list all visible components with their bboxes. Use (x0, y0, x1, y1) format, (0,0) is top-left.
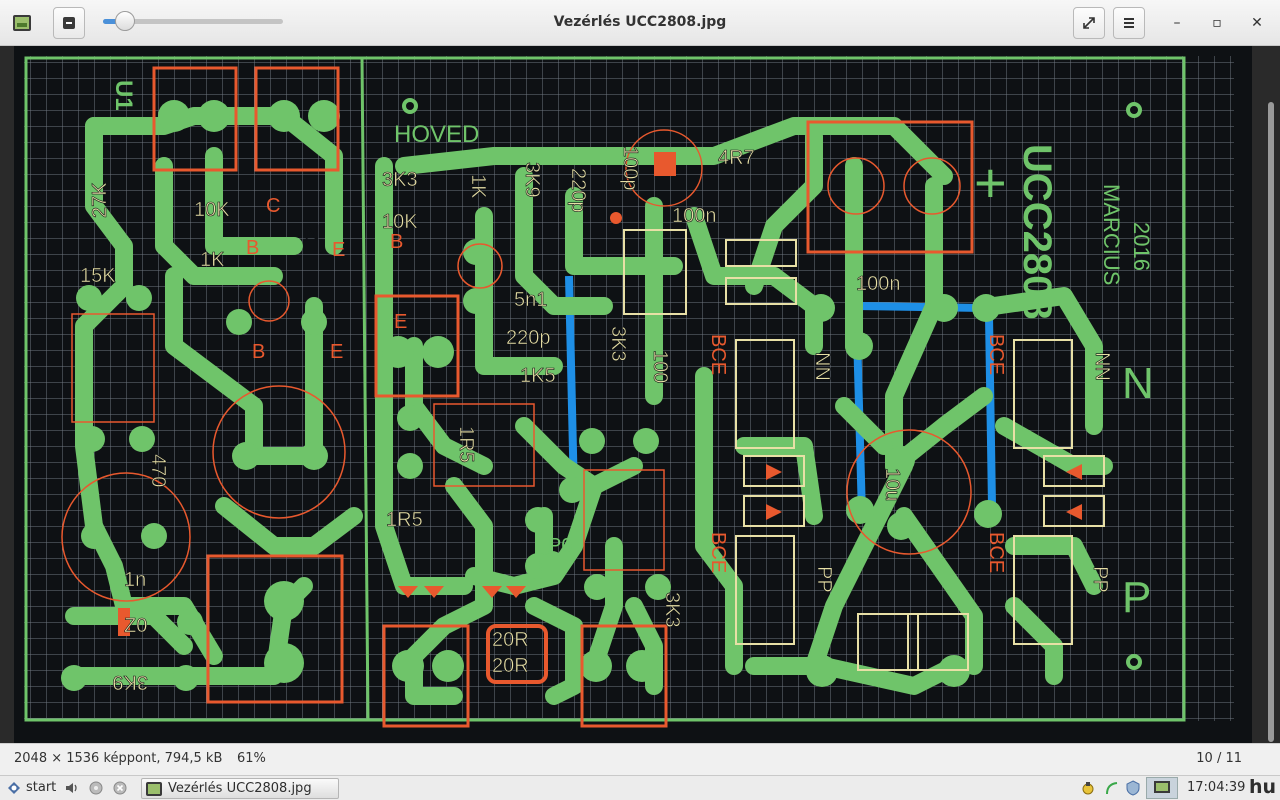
label-1k-a: 1K (467, 174, 489, 199)
label-pp-b: PP (1089, 566, 1111, 593)
disc-icon[interactable] (88, 780, 104, 796)
taskbar-item-label: Vezérlés UCC2808.jpg (168, 781, 312, 796)
start-icon[interactable] (6, 780, 22, 796)
label-100p: 100p (619, 146, 641, 191)
label-z0: Z0 (124, 615, 147, 637)
shield-icon[interactable] (1125, 780, 1141, 796)
label-20r-a: 20R (492, 629, 529, 651)
label-bce-4: BCE (985, 532, 1007, 573)
image-viewer-icon (13, 15, 31, 31)
network-icon[interactable] (1104, 780, 1120, 796)
label-hoved: HOVED (394, 121, 479, 148)
fullscreen-icon (1083, 17, 1095, 29)
label-1r5-a: 1R5 (455, 426, 477, 463)
label-3k9-b: 3K9 (112, 671, 148, 693)
label-100n-a: 100n (672, 205, 717, 227)
label-15k: 15K (80, 265, 116, 287)
taskbar: start Vezérlés UCC2808.jpg 17:04:39 hu (0, 775, 1280, 800)
label-1r5-b: 1R5 (386, 509, 423, 531)
label-year: 2016 (1129, 222, 1154, 271)
image-index: 10 / 11 (1196, 751, 1242, 766)
vertical-scrollbar[interactable] (1268, 102, 1274, 742)
zoom-level: 61% (237, 751, 266, 766)
label-27k: 27K (89, 182, 111, 218)
label-marcius: MARCIUS (1099, 184, 1124, 285)
label-n1: N (304, 220, 320, 245)
label-1k-b: 1K (200, 249, 225, 271)
volume-icon[interactable] (64, 780, 80, 796)
label-u1: U1 (110, 80, 137, 111)
label-b3: B (252, 341, 265, 363)
taskbar-item-image-viewer[interactable]: Vezérlés UCC2808.jpg (141, 778, 339, 799)
close-button[interactable]: ✕ (1245, 11, 1269, 35)
label-pp-a: PP (813, 566, 835, 593)
label-3k9: 3K9 (521, 162, 543, 198)
label-3k3-a: 3K3 (382, 169, 418, 191)
image-viewport[interactable]: HOVED U1 UCC2808 MARCIUS 2016 + N P P0 3… (0, 46, 1280, 743)
zoom-out-button[interactable] (53, 7, 85, 39)
keyboard-layout[interactable]: hu (1249, 776, 1276, 798)
label-bce-3: BCE (985, 334, 1007, 375)
minimize-button[interactable]: – (1165, 11, 1189, 35)
label-220p-b: 220p (506, 327, 551, 349)
label-plus: + (974, 151, 1007, 214)
label-10k-b: 10K (194, 199, 230, 221)
zoom-slider[interactable] (103, 11, 283, 55)
label-1k5: 1K5 (520, 365, 556, 387)
zoom-out-icon (63, 17, 75, 29)
label-p0: P0 (548, 535, 572, 557)
zoom-slider-handle[interactable] (114, 11, 135, 31)
label-nn-a: NN (811, 352, 833, 381)
maximize-button[interactable]: ▫ (1205, 11, 1229, 35)
window-title: Vezérlés UCC2808.jpg (553, 14, 727, 30)
label-p: P (1122, 573, 1151, 622)
label-3k3-b: 3K3 (607, 326, 629, 362)
label-470: 470 (147, 454, 169, 487)
image-dimensions: 2048 × 1536 képpont, 794,5 kB (14, 751, 223, 766)
label-bce-1: BCE (707, 334, 729, 375)
label-ucc: UCC2808 (1015, 144, 1059, 320)
label-e: E (332, 239, 345, 261)
pcb-photo: HOVED U1 UCC2808 MARCIUS 2016 + N P P0 3… (14, 46, 1252, 743)
label-b2: B (390, 231, 403, 253)
label-100: 100 (649, 350, 671, 383)
label-10u: 10u (881, 468, 903, 501)
label-5n1: 5n1 (514, 289, 547, 311)
label-e2: E (330, 341, 343, 363)
label-nn-b: NN (1091, 352, 1113, 381)
close-circle-icon[interactable] (112, 780, 128, 796)
label-3k3-c: 3K3 (661, 592, 683, 628)
label-100n-b: 100n (856, 273, 901, 295)
clock: 17:04:39 (1187, 780, 1246, 795)
label-e3: E (394, 311, 407, 333)
status-bar: 2048 × 1536 képpont, 794,5 kB 61% 10 / 1… (0, 743, 1280, 775)
hamburger-menu-icon (1124, 18, 1134, 28)
label-220p: 220p (567, 168, 589, 213)
pcb-layout-image: HOVED U1 UCC2808 MARCIUS 2016 + N P P0 3… (14, 46, 1252, 743)
label-20r-b: 20R (492, 655, 529, 677)
label-1n: 1n (124, 569, 146, 591)
label-n: N (1122, 359, 1154, 408)
image-viewer-icon (146, 781, 162, 796)
label-c: C (266, 195, 280, 217)
start-button[interactable]: start (26, 780, 56, 795)
menu-button[interactable] (1113, 7, 1145, 39)
label-b: B (246, 237, 259, 259)
fullscreen-button[interactable] (1073, 7, 1105, 39)
recycle-icon[interactable] (1080, 780, 1096, 796)
label-10k-a: 10K (382, 211, 418, 233)
title-bar: Vezérlés UCC2808.jpg – ▫ ✕ (0, 0, 1280, 55)
label-bce-2: BCE (707, 532, 729, 573)
monitor-icon (1154, 781, 1170, 793)
label-4r7: 4R7 (718, 147, 755, 169)
active-tray-slot[interactable] (1146, 777, 1178, 799)
